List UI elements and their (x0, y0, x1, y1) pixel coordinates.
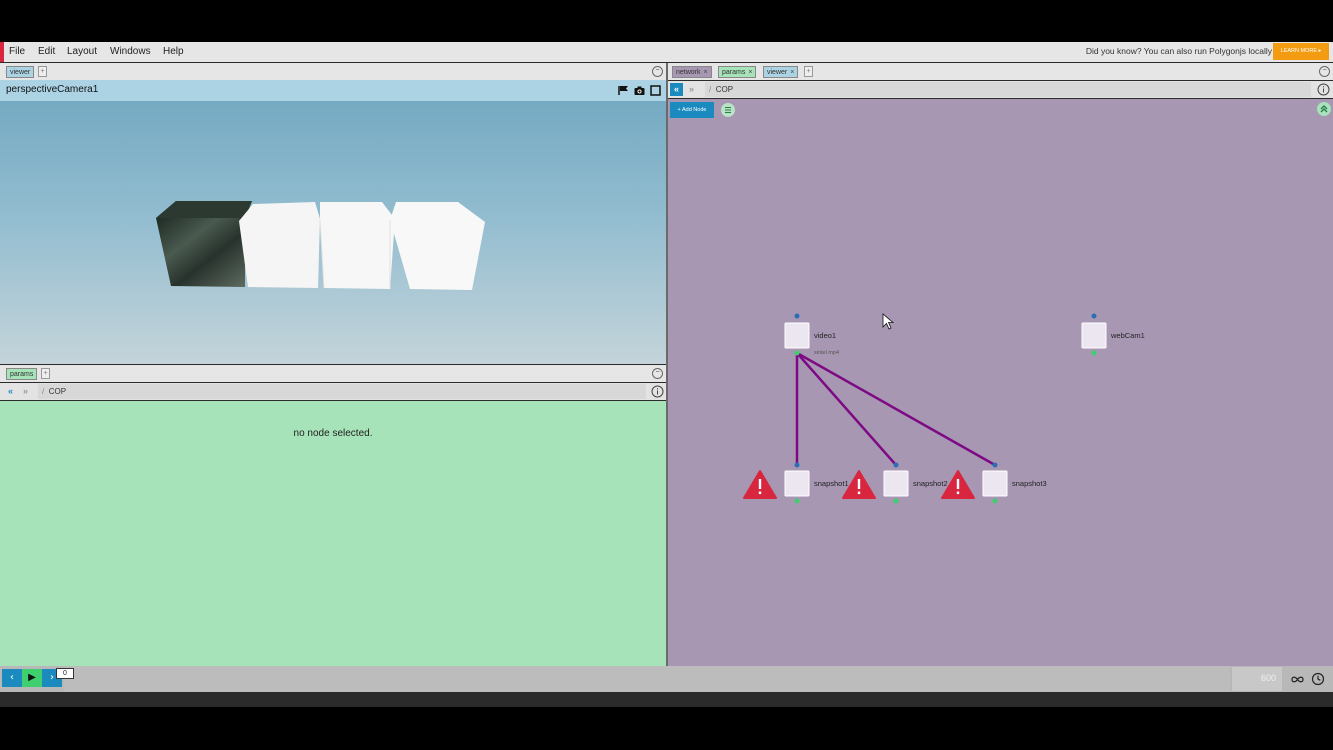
video-cube (156, 201, 252, 287)
tip-text: Did you know? You can also run Polygonjs… (1085, 46, 1272, 56)
panel-minimize-icon[interactable]: − (652, 66, 663, 77)
tab-network[interactable]: network × (672, 66, 712, 78)
node-webcam1[interactable] (1081, 313, 1107, 356)
tab-viewer-label: viewer (10, 69, 31, 76)
tab-viewer[interactable]: viewer (6, 66, 35, 78)
path-value: COP (48, 387, 67, 396)
tab-params[interactable]: params (6, 368, 38, 380)
tab-params-label: params (10, 371, 34, 378)
path-separator: / (709, 85, 712, 94)
menu-file[interactable]: File (9, 46, 25, 57)
menu-bar: File Edit Layout Windows Help Did you kn… (0, 42, 1333, 62)
menu-edit[interactable]: Edit (38, 46, 55, 57)
camera-icon[interactable] (634, 85, 645, 96)
node-video1[interactable] (784, 313, 810, 356)
panel-minimize-icon[interactable]: − (1319, 66, 1330, 77)
empty-state-message: no node selected. (293, 428, 373, 439)
app-accent-stripe (0, 42, 4, 62)
add-tab-button[interactable]: + (804, 66, 813, 77)
node-label-video1: video1 (814, 331, 837, 340)
network-editor[interactable]: + Add Node video1 sintel.mp4 webCam1 sna… (668, 99, 1333, 666)
tab-params[interactable]: params × (718, 66, 757, 78)
node-snapshot3[interactable] (982, 462, 1008, 504)
viewer-tabstrip: viewer + − (0, 63, 666, 80)
node-snapshot2[interactable] (883, 462, 909, 504)
node-snapshot1[interactable] (784, 462, 810, 504)
back-icon[interactable]: « (670, 83, 683, 96)
play-button[interactable]: ▶ (22, 669, 42, 687)
path-value: COP (715, 85, 734, 94)
close-icon[interactable]: × (790, 69, 794, 76)
node-label-snapshot2: snapshot2 (913, 479, 948, 488)
menu-layout[interactable]: Layout (67, 46, 97, 57)
timeline-scrubber[interactable] (64, 666, 1230, 692)
app-window: File Edit Layout Windows Help Did you kn… (0, 42, 1333, 707)
tab-params-label: params (722, 69, 746, 76)
3d-viewport[interactable] (0, 101, 666, 364)
node-label-webcam1: webCam1 (1111, 331, 1145, 340)
loop-icon[interactable] (1291, 673, 1304, 686)
forward-icon[interactable]: » (19, 385, 32, 398)
params-body: no node selected. (0, 401, 666, 666)
current-frame-marker[interactable]: 0 (56, 668, 74, 679)
node-label-snapshot1: snapshot1 (814, 479, 849, 488)
params-path-field[interactable]: / COP (38, 384, 646, 399)
fullscreen-icon[interactable] (650, 85, 661, 96)
menu-help[interactable]: Help (163, 46, 184, 57)
network-path-bar: « » / COP (668, 81, 1333, 98)
scene-render (156, 201, 485, 290)
previous-frame-button[interactable]: ‹ (2, 669, 22, 687)
network-tabstrip: network × params × viewer × + − (668, 63, 1333, 80)
clock-icon[interactable] (1311, 672, 1325, 686)
add-tab-button[interactable]: + (38, 66, 47, 77)
end-frame-input[interactable]: 600 (1232, 667, 1282, 691)
connection-video1-snapshot2 (796, 352, 897, 466)
params-path-bar: « » / COP (0, 383, 666, 400)
close-icon[interactable]: × (748, 69, 752, 76)
viewer-header: perspectiveCamera1 (0, 80, 666, 101)
close-icon[interactable]: × (704, 69, 708, 76)
tab-viewer[interactable]: viewer × (763, 66, 799, 78)
back-icon[interactable]: « (4, 385, 17, 398)
params-tabstrip: params + − (0, 365, 666, 382)
node-label-snapshot3: snapshot3 (1012, 479, 1047, 488)
timeline-bar: ‹ ▶ › 0 600 (0, 666, 1333, 692)
snapshot-cube-2 (320, 202, 395, 289)
forward-icon[interactable]: » (685, 83, 698, 96)
panel-minimize-icon[interactable]: − (652, 368, 663, 379)
mouse-cursor-icon (882, 313, 895, 330)
warning-icon (743, 470, 777, 499)
connection-video1-snapshot3 (796, 351, 996, 467)
info-icon[interactable] (651, 385, 664, 398)
snapshot-cube-1 (239, 202, 320, 288)
add-tab-button[interactable]: + (41, 368, 50, 379)
node-sublabel-video1: sintel.mp4 (814, 350, 840, 356)
path-separator: / (42, 387, 45, 396)
info-icon[interactable] (1317, 83, 1330, 96)
snapshot-cube-3 (390, 202, 485, 290)
camera-name: perspectiveCamera1 (6, 84, 99, 95)
tab-network-label: network (676, 69, 701, 76)
tab-viewer-label: viewer (767, 69, 788, 76)
node-graph (743, 313, 1107, 504)
status-strip (0, 692, 1333, 707)
network-path-field[interactable]: / COP (705, 82, 1311, 97)
menu-windows[interactable]: Windows (110, 46, 151, 57)
learn-more-button[interactable]: LEARN MORE ▸ (1273, 43, 1329, 60)
flag-icon[interactable] (618, 85, 629, 96)
